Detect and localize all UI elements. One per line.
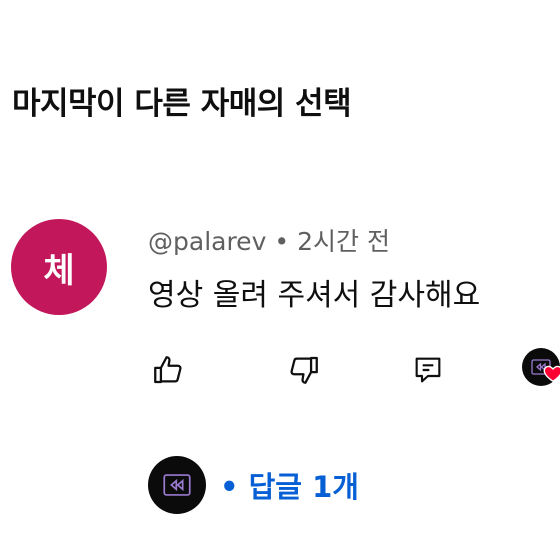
thumbs-down-icon (290, 356, 318, 384)
comment-meta: @palarev • 2시간 전 (148, 222, 390, 258)
comment-text: 영상 올려 주셔서 감사해요 (148, 278, 481, 313)
thumbs-up-icon (154, 356, 182, 384)
avatar-initial: 체 (43, 250, 75, 291)
comment-author[interactable]: @palarev (148, 227, 266, 256)
like-button[interactable] (150, 352, 186, 388)
creator-heart-icon (543, 365, 560, 383)
view-replies-button[interactable]: • 답글 1개 (148, 455, 359, 515)
commenter-avatar[interactable]: 체 (11, 219, 107, 315)
comment-reply-icon (415, 357, 441, 383)
reply-button[interactable] (410, 352, 446, 388)
dislike-button[interactable] (286, 352, 322, 388)
replies-count-label[interactable]: • 답글 1개 (220, 464, 359, 506)
comment-timestamp: 2시간 전 (297, 227, 390, 256)
rewind-logo-icon (163, 474, 191, 496)
comment-screen: 마지막이 다른 자매의 선택 체 @palarev • 2시간 전 영상 올려 주셔… (0, 0, 560, 560)
video-title[interactable]: 마지막이 다른 자매의 선택 (12, 78, 352, 123)
creator-heart[interactable] (522, 348, 560, 388)
replier-avatar (148, 456, 206, 514)
meta-separator: • (274, 227, 290, 256)
